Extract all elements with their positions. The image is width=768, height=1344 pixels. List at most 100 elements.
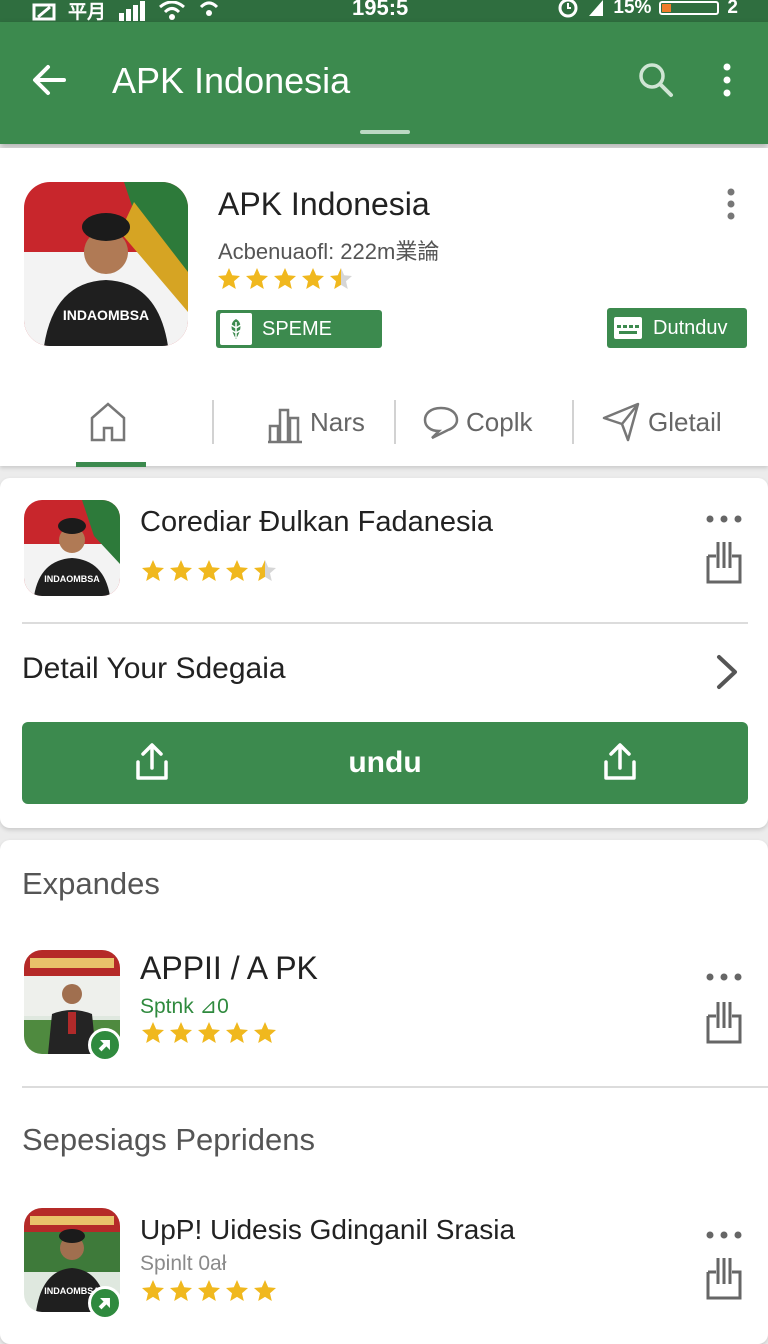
star-icon [330,268,352,289]
star-icon [198,1280,220,1301]
tab-nars-label: Nars [310,406,365,437]
category-badge[interactable]: SPEME [216,310,382,348]
more-horiz-icon[interactable] [704,1228,744,1242]
app-header-card: INDAOMBSA APK Indonesia Acbenuaofl: 222m… [0,148,768,467]
star-icon [226,560,248,581]
download-button-label: Dutnduv [653,316,728,339]
star-icon [142,1022,164,1043]
chat-icon [423,406,459,440]
star-icon [274,268,296,289]
tab-home[interactable] [88,392,134,452]
install-icon[interactable] [704,538,744,586]
star-icon [226,1280,248,1301]
tab-coplk[interactable]: Coplk [422,392,532,452]
tab-gletail[interactable]: Gletail [600,392,722,452]
back-button[interactable] [30,60,70,100]
section-title: Expandes [22,866,160,901]
star-icon [218,268,240,289]
featured-app-icon-image: INDAOMBSA [24,500,120,596]
star-icon [170,560,192,581]
status-bar: 平月 195:5 15% 2 [0,0,768,24]
status-right: 15% 2 [557,0,738,19]
divider [22,1086,768,1088]
list-item-subtitle: Sptnk ⊿0 [140,995,229,1018]
star-icon [302,268,324,289]
status-left: 平月 [32,0,220,24]
app-rating [216,266,354,292]
star-icon [142,1280,164,1301]
star-icon [170,1280,192,1301]
app-more-button[interactable] [720,184,742,224]
installed-badge-icon [88,1028,122,1062]
star-icon [246,268,268,289]
cell-bars-icon [119,0,146,21]
signal-arrow-icon [589,0,604,16]
more-vert-icon [727,188,735,220]
page-title: APK Indonesia [112,60,351,101]
star-icon [254,560,276,581]
star-icon [254,1022,276,1043]
star-icon [198,1022,220,1043]
list-item-subtitle: Spinlt 0ał [140,1252,227,1275]
svg-text:INDAOMBSA: INDAOMBSA [63,307,149,323]
star-icon [254,1280,276,1301]
list-item[interactable]: INDAOMBSA UpP! Uidesis Gdinganil Srasia … [0,1206,768,1326]
detail-link[interactable]: Detail Your Sdegaia [22,650,746,694]
featured-app-card: INDAOMBSA Corediar Đulkan Fadanesia Deta… [0,478,768,828]
tab-coplk-label: Coplk [466,406,533,437]
list-item-title: APPII / A PK [140,950,318,986]
list-item-rating [140,1020,278,1046]
battery-level [662,4,671,12]
chart-icon [268,408,302,444]
featured-app-rating [140,558,278,584]
tab-nars[interactable]: Nars [266,392,365,452]
detail-link-label: Detail Your Sdegaia [22,652,286,685]
tab-gletail-label: Gletail [648,406,722,437]
tab-separator [212,400,214,444]
chevron-right-icon [717,655,737,689]
search-icon [639,63,673,97]
primary-download-button[interactable]: undu [22,722,748,804]
signal-icon [32,3,56,20]
app-bar: APK Indonesia [0,22,768,144]
tab-separator [394,400,396,444]
section-title: Sepesiags Pepridens [22,1122,315,1157]
share-icon [604,743,636,780]
status-left-text: 平月 [68,2,107,23]
list-item-rating [140,1278,278,1304]
list-item[interactable]: APPII / A PK Sptnk ⊿0 [0,944,768,1064]
download-button[interactable]: Dutnduv [607,308,747,348]
battery-icon [659,1,720,15]
more-horiz-icon[interactable] [704,970,744,984]
star-icon [226,1022,248,1043]
search-button[interactable] [636,60,676,100]
navigate-icon [602,402,640,442]
app-list-card: Expandes APPII / A PK Sptnk ⊿0 Sepesiags… [0,840,768,1344]
list-item-title: UpP! Uidesis Gdinganil Srasia [140,1214,516,1245]
tab-separator [572,400,574,444]
star-icon [142,560,164,581]
app-developer: Acbenuaofl: 222m業論 [218,239,440,264]
installed-badge-icon [88,1286,122,1320]
home-icon [90,402,126,442]
leaf-icon [220,313,252,345]
more-horiz-icon[interactable] [704,512,744,526]
sim-slot: 2 [727,0,738,18]
wifi-small-icon [199,1,219,16]
more-vert-icon [723,63,731,97]
app-icon[interactable]: INDAOMBSA [24,182,188,346]
active-tab-indicator [76,462,146,467]
svg-text:INDAOMBSA: INDAOMBSA [44,574,100,584]
install-icon[interactable] [704,998,744,1046]
featured-app-icon[interactable]: INDAOMBSA [24,500,120,596]
star-icon [170,1022,192,1043]
status-time: 195:5 [352,0,409,20]
install-icon[interactable] [704,1254,744,1302]
category-badge-label: SPEME [262,317,333,340]
back-arrow-icon [33,65,66,95]
more-options-button[interactable] [712,60,742,100]
app-name: APK Indonesia [218,186,430,222]
divider [22,622,748,624]
alarm-icon [558,0,578,18]
drag-handle[interactable] [360,130,410,134]
